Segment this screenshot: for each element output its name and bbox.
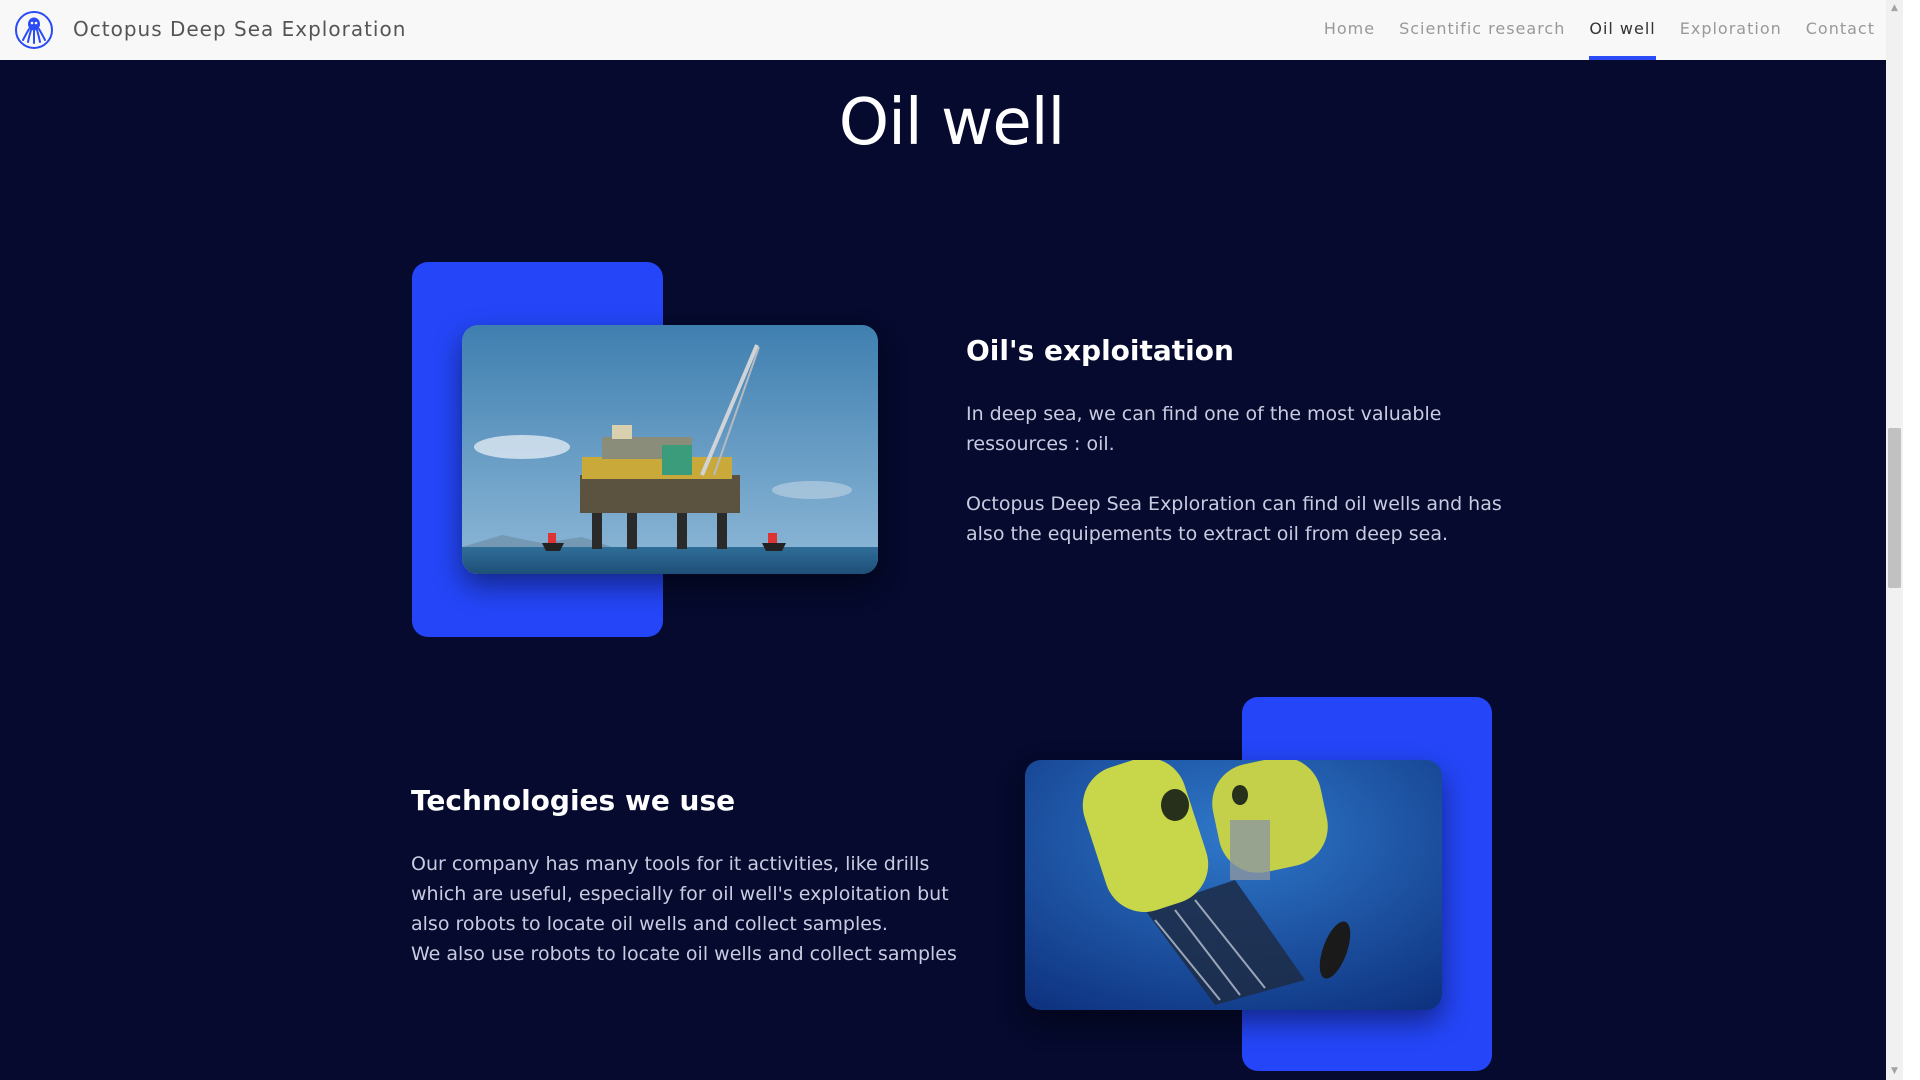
nav-link-exploration[interactable]: Exploration [1680,0,1782,60]
section-text: In deep sea, we can find one of the most… [966,399,1526,579]
nav-link-oil-well[interactable]: Oil well [1589,0,1656,60]
scroll-thumb[interactable] [1888,428,1901,588]
nav-link-label: Scientific research [1399,19,1566,38]
section-text: Our company has many tools for it activi… [411,849,1001,999]
text-line: We also use robots to locate oil wells a… [411,943,957,965]
nav-links: Home Scientific research Oil well Explor… [1300,0,1875,60]
nav-link-label: Exploration [1679,19,1782,38]
nav-link-label: Contact [1805,19,1875,38]
nav-link-contact[interactable]: Contact [1806,0,1875,60]
navbar: Octopus Deep Sea Exploration Home Scient… [0,0,1903,60]
text-line: which are useful, especially for oil wel… [411,883,949,905]
vertical-scrollbar[interactable]: ▲ ▼ [1886,0,1903,1080]
nav-link-scientific-research[interactable]: Scientific research [1399,0,1565,60]
nav-link-label: Home [1323,19,1376,38]
text-line: Our company has many tools for it activi… [411,853,930,875]
text-line: also the equipements to extract oil from… [966,523,1448,545]
scroll-up-icon[interactable]: ▲ [1886,0,1903,17]
active-underline [1589,56,1656,60]
text-line: ressources : oil. [966,433,1115,455]
text-line: Octopus Deep Sea Exploration can find oi… [966,493,1502,515]
underwater-robot-illustration [1025,760,1442,1010]
scroll-down-icon[interactable]: ▼ [1886,1063,1903,1080]
section-title: Oil's exploitation [966,334,1234,367]
nav-link-label: Oil well [1589,19,1656,38]
section-title: Technologies we use [411,784,736,817]
paragraph: Our company has many tools for it activi… [411,849,1001,969]
oil-platform-illustration [462,325,878,574]
octopus-logo-icon[interactable] [14,10,54,50]
nav-link-home[interactable]: Home [1324,0,1375,60]
brand-name[interactable]: Octopus Deep Sea Exploration [73,17,406,41]
page-title: Oil well [838,86,1066,160]
page-viewport: Octopus Deep Sea Exploration Home Scient… [0,0,1903,1080]
paragraph: In deep sea, we can find one of the most… [966,399,1526,459]
underwater-robot-photo [1025,760,1442,1010]
paragraph: Octopus Deep Sea Exploration can find oi… [966,489,1526,549]
oil-platform-photo [462,325,878,574]
text-line: also robots to locate oil wells and coll… [411,913,888,935]
text-line: In deep sea, we can find one of the most… [966,403,1442,425]
